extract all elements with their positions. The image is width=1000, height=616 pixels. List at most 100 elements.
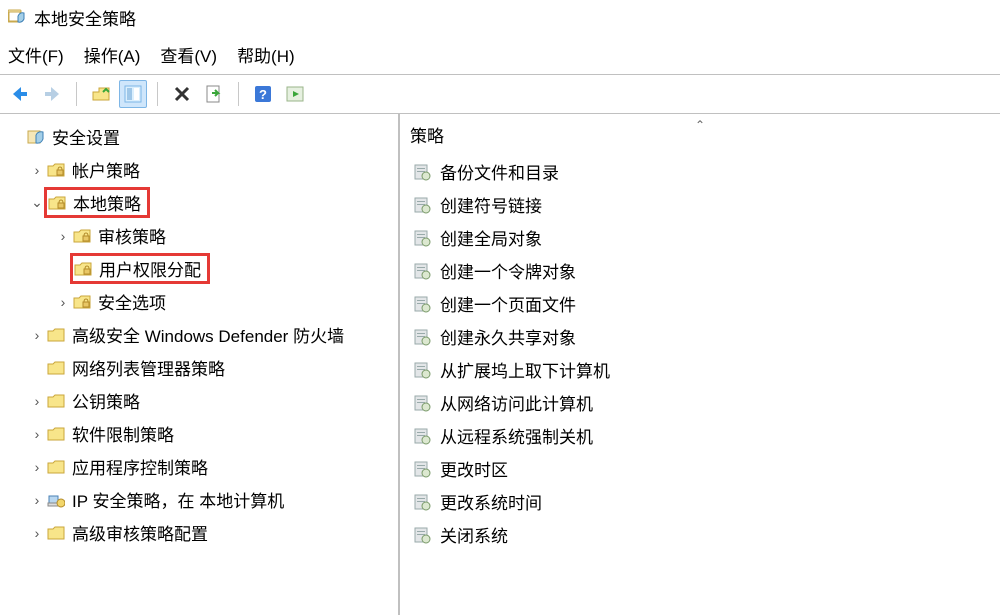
tree-label: 公钥策略 — [72, 388, 140, 413]
folder-icon — [46, 424, 66, 444]
tree-item-local[interactable]: ⌄ 本地策略 — [4, 186, 394, 219]
toolbar-separator — [238, 82, 239, 106]
list-item[interactable]: 创建符号链接 — [404, 188, 996, 221]
policy-icon — [412, 327, 432, 347]
tree-item-softrestrict[interactable]: › 软件限制策略 — [4, 417, 394, 450]
toolbar: ? — [0, 75, 1000, 113]
list-label: 创建一个令牌对象 — [440, 258, 576, 283]
list-label: 创建全局对象 — [440, 225, 542, 250]
menu-action[interactable]: 操作(A) — [84, 42, 141, 67]
list-item[interactable]: 创建一个页面文件 — [404, 287, 996, 320]
policy-icon — [412, 228, 432, 248]
tree-label: 本地策略 — [73, 190, 141, 215]
menu-file[interactable]: 文件(F) — [8, 42, 64, 67]
content-area: ▶ 安全设置 › 帐户策略 ⌄ 本地策略 › — [0, 113, 1000, 615]
export-button[interactable] — [200, 80, 228, 108]
tree-label: 高级安全 Windows Defender 防火墙 — [72, 322, 344, 347]
toolbar-separator — [157, 82, 158, 106]
policy-icon — [412, 525, 432, 545]
tree-label: 软件限制策略 — [72, 421, 174, 446]
window-title: 本地安全策略 — [34, 5, 136, 30]
sort-indicator-icon: ⌃ — [695, 118, 705, 132]
folder-lock-icon — [72, 292, 92, 312]
tree-item-defender[interactable]: › 高级安全 Windows Defender 防火墙 — [4, 318, 394, 351]
chevron-right-icon[interactable]: › — [28, 327, 46, 343]
list-label: 关闭系统 — [440, 522, 508, 547]
tree-item-audit[interactable]: › 审核策略 — [4, 219, 394, 252]
tree-root-label: 安全设置 — [52, 124, 120, 149]
tree-item-ipsec[interactable]: › IP 安全策略，在 本地计算机 — [4, 483, 394, 516]
folder-icon — [46, 358, 66, 378]
tree-label: 审核策略 — [98, 223, 166, 248]
chevron-right-icon[interactable]: › — [28, 426, 46, 442]
toolbar-separator — [76, 82, 77, 106]
folder-icon — [46, 523, 66, 543]
menu-bar: 文件(F) 操作(A) 查看(V) 帮助(H) — [0, 34, 1000, 74]
menu-view[interactable]: 查看(V) — [160, 42, 217, 67]
column-header-label: 策略 — [410, 122, 444, 147]
list-item[interactable]: 创建一个令牌对象 — [404, 254, 996, 287]
list-label: 从网络访问此计算机 — [440, 390, 593, 415]
list-label: 创建一个页面文件 — [440, 291, 576, 316]
list-label: 备份文件和目录 — [440, 159, 559, 184]
back-button[interactable] — [6, 80, 34, 108]
policy-icon — [412, 426, 432, 446]
list-item[interactable]: 从扩展坞上取下计算机 — [404, 353, 996, 386]
list-label: 从远程系统强制关机 — [440, 423, 593, 448]
highlight-local: 本地策略 — [44, 187, 150, 218]
policy-icon — [412, 162, 432, 182]
tree-item-netlist[interactable]: › 网络列表管理器策略 — [4, 351, 394, 384]
policy-icon — [412, 294, 432, 314]
tree-label: 用户权限分配 — [99, 256, 201, 281]
policy-icon — [412, 261, 432, 281]
chevron-right-icon[interactable]: › — [28, 459, 46, 475]
folder-icon — [46, 391, 66, 411]
list-item[interactable]: 从远程系统强制关机 — [404, 419, 996, 452]
tree-label: 应用程序控制策略 — [72, 454, 208, 479]
delete-button[interactable] — [168, 80, 196, 108]
chevron-right-icon[interactable]: › — [54, 294, 72, 310]
chevron-right-icon[interactable]: › — [54, 228, 72, 244]
list-item[interactable]: 从网络访问此计算机 — [404, 386, 996, 419]
properties-button[interactable] — [119, 80, 147, 108]
folder-icon — [46, 457, 66, 477]
list-item[interactable]: 更改时区 — [404, 452, 996, 485]
tree-root[interactable]: ▶ 安全设置 — [4, 120, 394, 153]
list-pane: ⌃ 策略 备份文件和目录 创建符号链接 创建全局对象 创建一个令牌对象 创建一个… — [400, 114, 1000, 615]
title-bar: 本地安全策略 — [0, 0, 1000, 34]
tree-item-security-options[interactable]: › 安全选项 — [4, 285, 394, 318]
list-item[interactable]: 创建永久共享对象 — [404, 320, 996, 353]
tree-pane: ▶ 安全设置 › 帐户策略 ⌄ 本地策略 › — [0, 114, 400, 615]
folder-lock-icon — [72, 226, 92, 246]
menu-help[interactable]: 帮助(H) — [237, 42, 295, 67]
tree-item-pubkey[interactable]: › 公钥策略 — [4, 384, 394, 417]
list-item[interactable]: 备份文件和目录 — [404, 155, 996, 188]
security-settings-icon — [26, 127, 46, 147]
forward-button[interactable] — [38, 80, 66, 108]
folder-lock-icon — [46, 160, 66, 180]
up-button[interactable] — [87, 80, 115, 108]
chevron-right-icon[interactable]: › — [28, 492, 46, 508]
list-label: 从扩展坞上取下计算机 — [440, 357, 610, 382]
list-item[interactable]: 更改系统时间 — [404, 485, 996, 518]
chevron-right-icon[interactable]: › — [28, 162, 46, 178]
run-button[interactable] — [281, 80, 309, 108]
tree-item-user-rights[interactable]: › 用户权限分配 — [4, 252, 394, 285]
policy-icon — [412, 195, 432, 215]
list-item[interactable]: 创建全局对象 — [404, 221, 996, 254]
app-icon — [8, 8, 26, 26]
folder-lock-icon — [73, 259, 93, 279]
tree-item-advaudit[interactable]: › 高级审核策略配置 — [4, 516, 394, 549]
list-label: 更改时区 — [440, 456, 508, 481]
tree-label: 帐户策略 — [72, 157, 140, 182]
list-item[interactable]: 关闭系统 — [404, 518, 996, 551]
policy-icon — [412, 393, 432, 413]
tree-label: 安全选项 — [98, 289, 166, 314]
list-label: 更改系统时间 — [440, 489, 542, 514]
chevron-right-icon[interactable]: › — [28, 525, 46, 541]
folder-lock-icon — [47, 193, 67, 213]
tree-item-appctrl[interactable]: › 应用程序控制策略 — [4, 450, 394, 483]
help-button[interactable]: ? — [249, 80, 277, 108]
chevron-right-icon[interactable]: › — [28, 393, 46, 409]
tree-item-account[interactable]: › 帐户策略 — [4, 153, 394, 186]
